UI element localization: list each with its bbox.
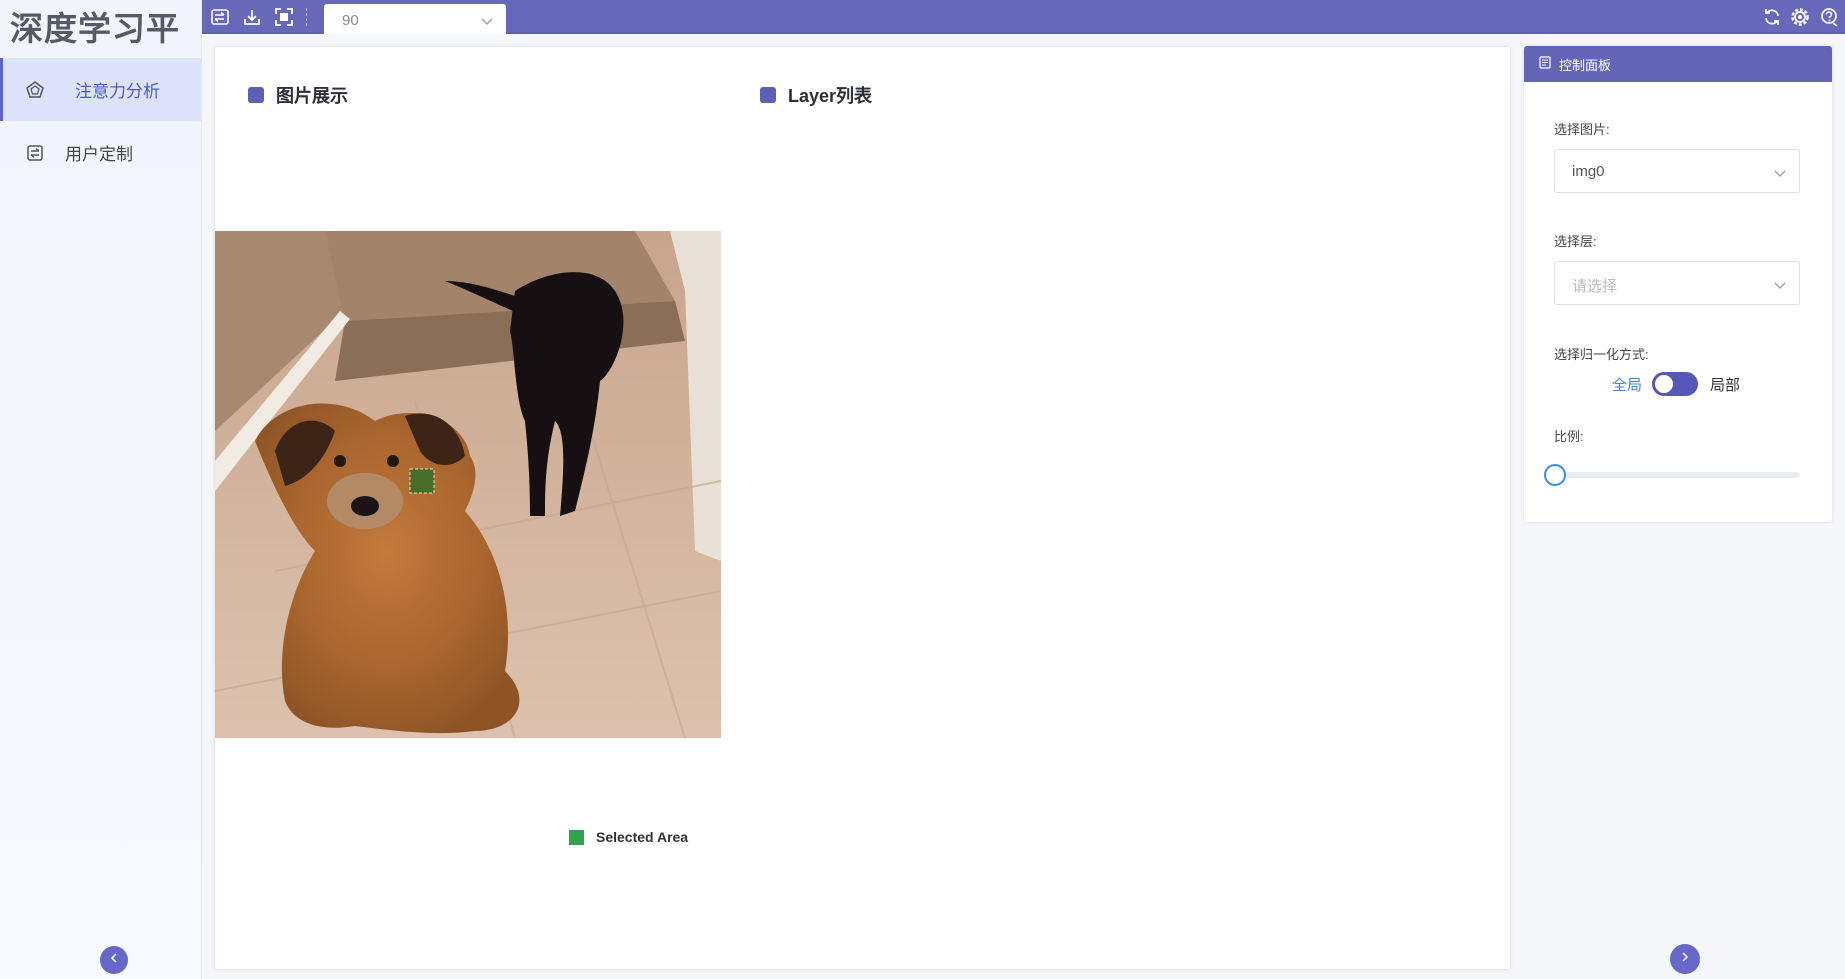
analysis-image[interactable] bbox=[215, 231, 721, 738]
chevron-down-icon bbox=[481, 13, 493, 30]
top-toolbar: 90 bbox=[202, 0, 1845, 34]
control-panel: 控制面板 选择图片: img0 选择层: 请选择 选择归一化方式: 全局 局部 … bbox=[1524, 46, 1832, 522]
pentagon-icon bbox=[25, 80, 45, 100]
image-section-title: 图片展示 bbox=[248, 82, 348, 108]
panel-expand-button[interactable] bbox=[1670, 944, 1700, 974]
fullscreen-icon[interactable] bbox=[272, 5, 296, 29]
select-layer-placeholder: 请选择 bbox=[1572, 278, 1618, 295]
normalize-toggle-row: 全局 局部 bbox=[1612, 372, 1740, 396]
dogs-photo bbox=[215, 231, 721, 738]
normalize-label: 选择归一化方式: bbox=[1554, 347, 1649, 362]
legend-label: Selected Area bbox=[596, 829, 689, 845]
select-image-value: img0 bbox=[1572, 163, 1605, 180]
help-icon[interactable] bbox=[1817, 5, 1841, 29]
app-logo-title: 深度学习平台 bbox=[10, 9, 180, 106]
selected-area-swatch bbox=[569, 829, 584, 845]
section-bullet bbox=[248, 87, 264, 103]
switch-knob bbox=[1655, 375, 1674, 393]
download-icon[interactable] bbox=[240, 5, 264, 29]
panel-header: 控制面板 bbox=[1524, 46, 1832, 82]
normalize-option-local[interactable]: 局部 bbox=[1710, 374, 1740, 395]
toolbar-select[interactable]: 90 bbox=[324, 4, 506, 34]
slider-thumb[interactable] bbox=[1544, 464, 1566, 486]
chevron-down-icon bbox=[1774, 277, 1786, 294]
sidebar-item-attention-analysis[interactable]: 注意力分析 bbox=[0, 58, 201, 121]
select-image-dropdown[interactable]: img0 bbox=[1554, 149, 1800, 193]
toolbar-divider bbox=[306, 8, 307, 26]
document-icon bbox=[1539, 56, 1559, 72]
normalize-option-global[interactable]: 全局 bbox=[1612, 374, 1642, 395]
chevron-left-icon bbox=[108, 951, 120, 969]
section-bullet bbox=[760, 87, 776, 103]
chevron-down-icon bbox=[1774, 165, 1786, 182]
sidebar-item-label: 用户定制 bbox=[65, 145, 133, 164]
select-image-label: 选择图片: bbox=[1554, 122, 1610, 137]
sidebar-item-label: 注意力分析 bbox=[75, 82, 160, 101]
main-content-card: 图片展示 Layer列表 Selected Area bbox=[215, 47, 1510, 969]
refresh-icon[interactable] bbox=[1760, 5, 1784, 29]
sidebar-collapse-button[interactable] bbox=[100, 946, 128, 974]
settings-icon[interactable] bbox=[1788, 5, 1812, 29]
layer-section-title: Layer列表 bbox=[760, 82, 872, 108]
layer-section-title-text: Layer列表 bbox=[788, 86, 873, 106]
chart-legend: Selected Area bbox=[569, 829, 688, 845]
panel-title: 控制面板 bbox=[1559, 57, 1612, 73]
ratio-slider[interactable] bbox=[1544, 464, 1800, 486]
normalize-switch[interactable] bbox=[1652, 372, 1699, 396]
import-icon[interactable] bbox=[208, 5, 232, 29]
select-layer-dropdown[interactable]: 请选择 bbox=[1554, 261, 1800, 305]
toolbar-select-value: 90 bbox=[342, 12, 359, 29]
transfer-icon bbox=[25, 143, 45, 163]
sidebar: 深度学习平台 注意力分析 用户定制 bbox=[0, 0, 202, 979]
ratio-label: 比例: bbox=[1554, 429, 1584, 444]
chevron-right-icon bbox=[1679, 950, 1691, 968]
select-layer-label: 选择层: bbox=[1554, 234, 1597, 249]
image-section-title-text: 图片展示 bbox=[276, 86, 348, 106]
sidebar-item-user-custom[interactable]: 用户定制 bbox=[0, 121, 201, 184]
